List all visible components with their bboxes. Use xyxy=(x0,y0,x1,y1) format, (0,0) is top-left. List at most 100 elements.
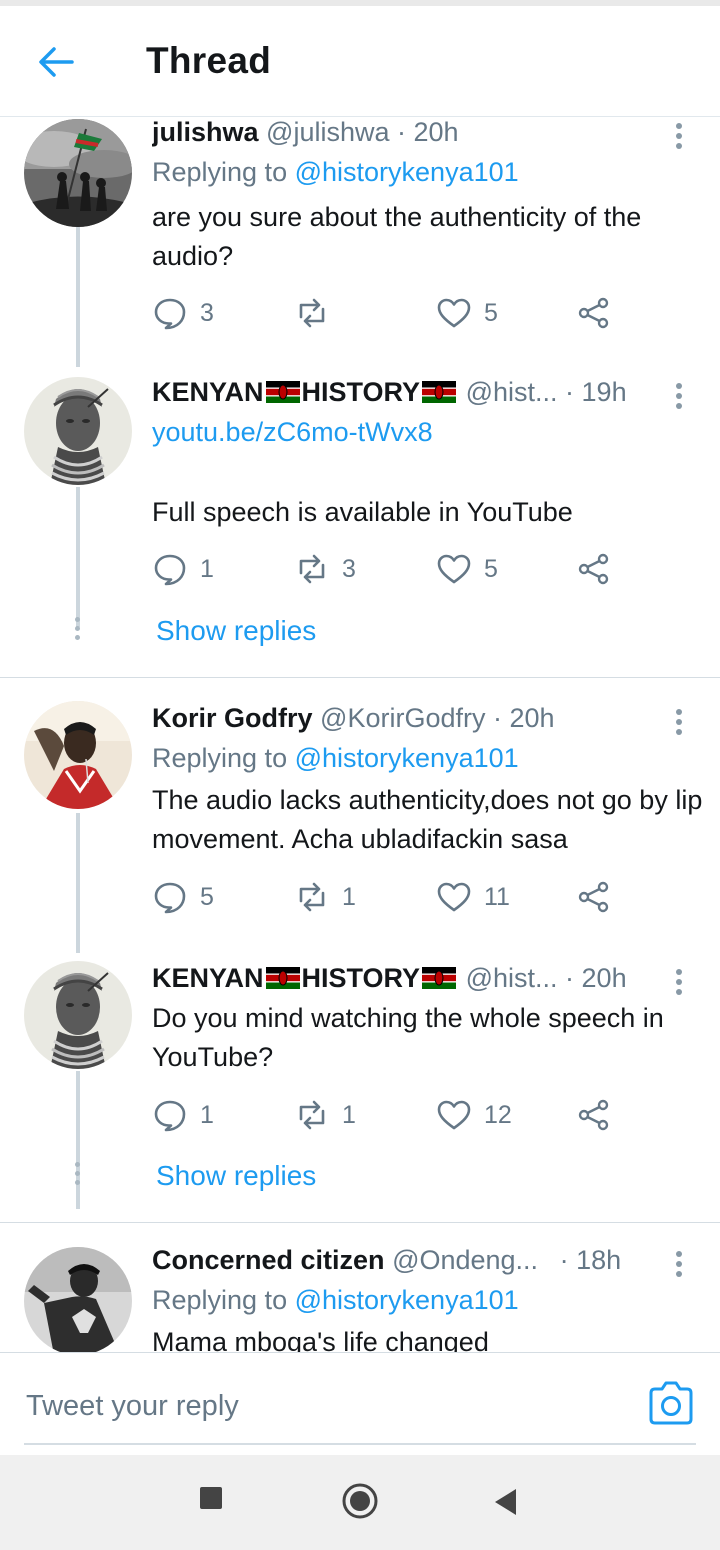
share-button[interactable] xyxy=(576,1095,612,1135)
reply-count: 1 xyxy=(200,1100,214,1129)
like-button[interactable]: 5 xyxy=(436,549,498,589)
more-options-button[interactable] xyxy=(664,1247,694,1281)
avatar[interactable] xyxy=(24,701,132,809)
replying-to-label: Replying to xyxy=(152,743,288,773)
retweet-icon xyxy=(299,882,325,912)
retweet-button[interactable]: 3 xyxy=(294,549,356,589)
avatar[interactable] xyxy=(24,1247,132,1352)
like-button[interactable]: 11 xyxy=(436,877,510,917)
retweet-button[interactable]: 1 xyxy=(294,877,356,917)
replying-to-label: Replying to xyxy=(152,157,288,187)
divider xyxy=(0,677,720,678)
tweet-time: · 20h xyxy=(565,963,627,993)
author-name-part: KENYAN xyxy=(152,963,264,993)
kenya-flag-icon xyxy=(265,380,300,403)
replying-to: Replying to @historykenya101 xyxy=(152,1285,519,1315)
reply-bubble-icon xyxy=(154,554,186,586)
author-name-part: HISTORY xyxy=(301,963,421,993)
like-count: 11 xyxy=(484,882,510,911)
thread-feed[interactable]: julishwa @julishwa · 20h Replying to @hi… xyxy=(0,117,720,1352)
avatar[interactable] xyxy=(24,377,132,485)
heart-icon xyxy=(437,554,471,584)
replying-to: Replying to @historykenya101 xyxy=(152,743,519,773)
replying-to-handle[interactable]: @historykenya101 xyxy=(295,743,519,773)
tweet[interactable]: julishwa @julishwa · 20h Replying to @hi… xyxy=(0,117,720,367)
more-options-button[interactable] xyxy=(664,379,694,413)
share-button[interactable] xyxy=(576,549,612,589)
tweet-text: are you sure about the authenticity of t… xyxy=(152,202,642,271)
like-count: 5 xyxy=(484,298,498,327)
share-icon xyxy=(578,553,609,585)
replying-to-handle[interactable]: @historykenya101 xyxy=(295,157,519,187)
thread-header: Thread xyxy=(0,6,720,117)
tweet-time: · 18h xyxy=(559,1245,622,1275)
thread-connector xyxy=(76,227,80,367)
reply-button[interactable]: 5 xyxy=(152,877,214,917)
show-replies-link[interactable]: Show replies xyxy=(156,1160,316,1192)
replying-to: Replying to @historykenya101 xyxy=(152,157,519,187)
share-icon xyxy=(578,297,609,329)
tweet-actions: 5 1 11 xyxy=(152,877,622,917)
more-replies-indicator xyxy=(74,1162,82,1189)
avatar[interactable] xyxy=(24,119,132,227)
replying-to-handle[interactable]: @historykenya101 xyxy=(295,1285,519,1315)
reply-input[interactable] xyxy=(24,1373,628,1439)
share-button[interactable] xyxy=(576,293,612,333)
tweet-text: Do you mind watching the whole speech in… xyxy=(152,1003,664,1072)
camera-button[interactable] xyxy=(646,1379,696,1427)
retweet-icon xyxy=(299,298,325,328)
like-button[interactable]: 12 xyxy=(436,1095,512,1135)
back-nav-button[interactable] xyxy=(492,1487,518,1522)
more-options-button[interactable] xyxy=(664,705,694,739)
tweet[interactable]: Concerned citizen @Ondeng... · 18h Reply… xyxy=(0,1245,720,1352)
tweet[interactable]: Korir Godfry @KorirGodfry · 20h Replying… xyxy=(0,701,720,961)
author-name[interactable]: Concerned citizen xyxy=(152,1245,385,1275)
reply-bubble-icon xyxy=(154,1100,186,1132)
show-replies-link[interactable]: Show replies xyxy=(156,615,316,647)
like-button[interactable]: 5 xyxy=(436,293,498,333)
author-name[interactable]: KENYAN HISTORY xyxy=(152,377,458,407)
reply-composer xyxy=(0,1352,720,1455)
author-handle[interactable]: @julishwa xyxy=(266,117,389,147)
tweet-text: The audio lacks authenticity,does not go… xyxy=(152,785,703,854)
replying-to-label: Replying to xyxy=(152,1285,288,1315)
retweet-icon xyxy=(299,1100,325,1130)
author-name[interactable]: Korir Godfry xyxy=(152,703,313,733)
tweet[interactable]: KENYAN HISTORY @hist... · 20h Do you mind… xyxy=(0,961,720,1221)
tweet-header: KENYAN HISTORY @hist... · 20h xyxy=(152,963,662,993)
tweet[interactable]: KENYAN HISTORY @hist... · 19h youtu.be/zC… xyxy=(0,377,720,677)
author-name[interactable]: julishwa xyxy=(152,117,259,147)
author-name[interactable]: KENYAN HISTORY xyxy=(152,963,458,993)
back-triangle-icon xyxy=(495,1489,516,1515)
divider xyxy=(0,1222,720,1223)
avatar[interactable] xyxy=(24,961,132,1069)
camera-icon xyxy=(649,1381,693,1425)
author-handle[interactable]: @Ondeng... xyxy=(392,1245,538,1275)
recent-apps-button[interactable] xyxy=(198,1485,224,1516)
tweet-header: julishwa @julishwa · 20h xyxy=(152,117,662,147)
reply-button[interactable]: 3 xyxy=(152,293,214,333)
reply-button[interactable]: 1 xyxy=(152,1095,214,1135)
tweet-actions: 1 3 5 xyxy=(152,549,622,589)
page-title: Thread xyxy=(146,40,272,81)
more-options-button[interactable] xyxy=(664,965,694,999)
kenya-flag-icon xyxy=(422,380,457,403)
share-button[interactable] xyxy=(576,877,612,917)
share-icon xyxy=(578,1099,609,1131)
author-handle[interactable]: @hist... xyxy=(466,377,558,407)
retweet-button[interactable] xyxy=(294,293,342,333)
tweet-actions: 1 1 12 xyxy=(152,1095,622,1135)
back-button[interactable] xyxy=(32,42,80,82)
tweet-time: · 20h xyxy=(397,117,459,147)
more-options-button[interactable] xyxy=(664,119,694,153)
retweet-count: 1 xyxy=(342,1100,356,1129)
home-button[interactable] xyxy=(341,1482,379,1525)
tweet-header: Concerned citizen @Ondeng... · 18h xyxy=(152,1245,662,1275)
reply-count: 5 xyxy=(200,882,214,911)
tweet-link[interactable]: youtu.be/zC6mo-tWvx8 xyxy=(152,417,433,447)
retweet-button[interactable]: 1 xyxy=(294,1095,356,1135)
reply-button[interactable]: 1 xyxy=(152,549,214,589)
author-name-part: HISTORY xyxy=(301,377,421,407)
author-handle[interactable]: @hist... xyxy=(466,963,558,993)
author-handle[interactable]: @KorirGodfry xyxy=(320,703,485,733)
